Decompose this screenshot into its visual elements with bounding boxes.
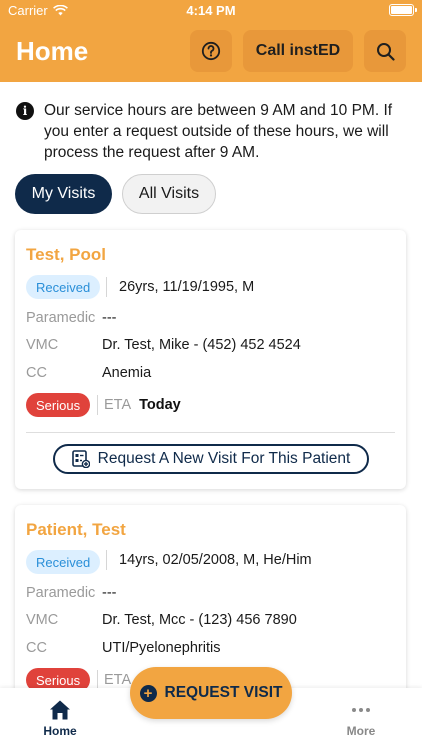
request-visit-button[interactable]: + REQUEST VISIT [130,667,292,719]
vmc-label: VMC [26,337,59,353]
vmc-label: VMC [26,612,59,628]
eta-label: ETA [104,672,132,688]
paramedic-label: Paramedic [26,585,96,601]
help-circle-icon [201,41,221,61]
call-insted-button[interactable]: Call instED [243,30,353,72]
search-icon [376,42,395,61]
patient-demographics: 14yrs, 02/05/2008, M, He/Him [106,550,312,570]
nav-more-label: More [346,724,376,738]
eta: ETA Today [97,395,181,415]
cc-row: CC Anemia [26,365,151,381]
vmc-row: VMC Dr. Test, Mike - (452) 452 4524 [26,337,301,353]
patient-name[interactable]: Test, Pool [26,245,106,265]
request-form-icon [71,450,90,468]
service-hours-notice: i Our service hours are between 9 AM and… [16,100,411,163]
info-icon: i [16,102,34,120]
status-badge: Received [26,550,101,574]
search-button[interactable] [364,30,406,72]
status-badge: Received [26,275,101,299]
paramedic-value: --- [102,585,117,601]
home-icon [50,700,70,720]
nav-home[interactable]: Home [30,698,90,738]
divider [26,432,395,433]
patient-name[interactable]: Patient, Test [26,520,126,540]
cc-value: Anemia [102,365,152,381]
nav-more[interactable]: More [331,698,391,738]
request-new-visit-button[interactable]: Request A New Visit For This Patient [53,444,369,474]
request-visit-label: REQUEST VISIT [164,684,283,701]
battery-icon [389,4,417,16]
patient-demographics: 26yrs, 11/19/1995, M [106,277,254,297]
nav-home-label: Home [43,724,77,738]
request-new-visit-label: Request A New Visit For This Patient [97,450,351,467]
status-time: 4:14 PM [186,3,236,18]
visit-card[interactable]: Test, Pool Received 26yrs, 11/19/1995, M… [15,230,406,489]
app-header: Carrier 4:14 PM Home Call instED [0,0,422,82]
cc-value: UTI/Pyelonephritis [102,640,221,656]
paramedic-value: --- [102,310,117,326]
vmc-value: Dr. Test, Mcc - (123) 456 7890 [102,612,297,628]
vmc-value: Dr. Test, Mike - (452) 452 4524 [102,337,301,353]
vmc-row: VMC Dr. Test, Mcc - (123) 456 7890 [26,612,297,628]
plus-circle-icon: + [139,684,157,702]
eta: ETA [97,670,131,690]
help-button[interactable] [190,30,232,72]
tab-my-visits[interactable]: My Visits [15,174,112,214]
status-bar: Carrier 4:14 PM [0,0,422,22]
notice-text: Our service hours are between 9 AM and 1… [44,102,393,161]
page-title: Home [16,36,89,66]
paramedic-row: Paramedic --- [26,310,117,326]
more-dots-icon [352,698,370,722]
tab-all-visits[interactable]: All Visits [122,174,216,214]
cc-label: CC [26,365,47,381]
cc-label: CC [26,640,47,656]
cc-row: CC UTI/Pyelonephritis [26,640,220,656]
paramedic-label: Paramedic [26,310,96,326]
paramedic-row: Paramedic --- [26,585,117,601]
eta-label: ETA [104,397,132,413]
severity-badge: Serious [26,393,91,417]
eta-value: Today [139,397,181,413]
